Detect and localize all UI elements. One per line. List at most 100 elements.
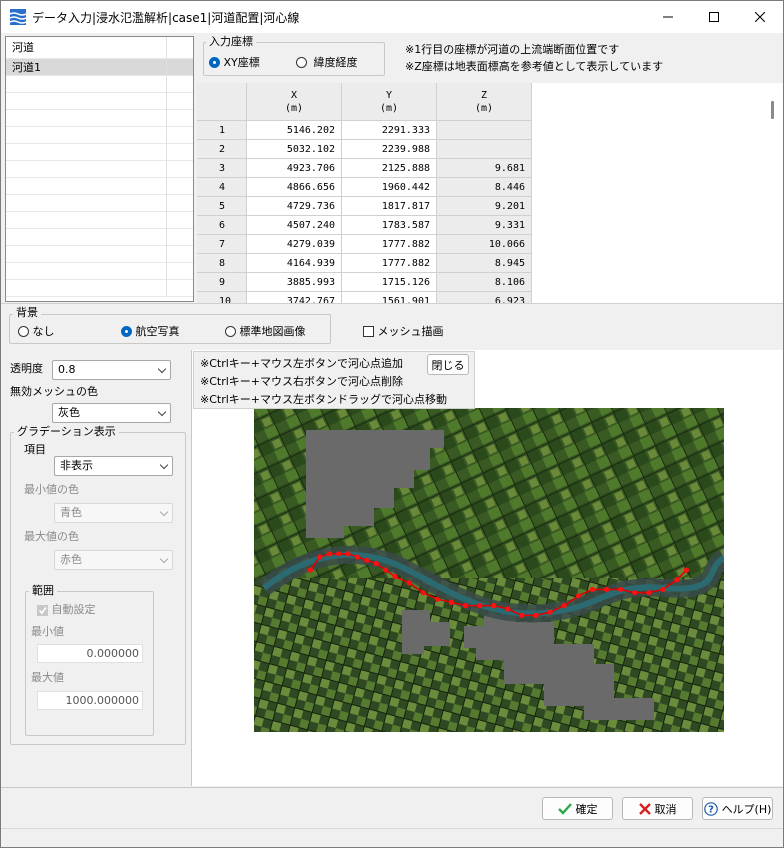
centerline-point[interactable] [533,612,539,618]
centerline-point[interactable] [683,567,689,573]
cell-x[interactable]: 3885.993 [247,273,342,292]
river-list-item[interactable]: 河道1 [6,59,193,76]
gradation-item-select[interactable]: 非表示 [54,456,173,476]
radio-latlon[interactable]: 緯度経度 [296,54,358,70]
coord-panel: 入力座標 XY座標 緯度経度 ※1行目の座標が河道の上流端断面位置です ※Z座標… [197,36,783,82]
map-view[interactable] [191,350,783,786]
opacity-select[interactable]: 0.8 [52,360,171,380]
centerline-point[interactable] [326,551,332,557]
centerline-point[interactable] [307,567,313,573]
centerline-point[interactable] [477,603,483,609]
cancel-button[interactable]: 取消 [622,797,693,820]
centerline-point[interactable] [505,606,511,612]
range-group-label: 範囲 [29,585,57,597]
coordinate-table: X (m) Y (m) Z (m) 1 5146.202 2291.333 2 5032.102 22… [197,83,783,303]
cell-x[interactable]: 3742.767 [247,292,342,303]
radio-xy-indicator [209,56,220,68]
centerline-point[interactable] [618,586,624,593]
centerline-point[interactable] [575,593,581,599]
centerline-point[interactable] [660,586,666,593]
centerline-point[interactable] [406,580,412,586]
hint-close-label: 閉じる [431,358,465,372]
centerline-point[interactable] [336,551,342,557]
cell-y[interactable]: 1777.882 [342,235,437,254]
radio-bg-map-indicator [225,325,236,337]
radio-bg-none-indicator [18,325,29,337]
cell-x[interactable]: 4729.736 [247,197,342,216]
table-scrollbar[interactable] [764,83,782,302]
cell-x[interactable]: 5146.202 [247,121,342,140]
centerline-point[interactable] [603,586,610,593]
radio-xy[interactable]: XY座標 [209,54,260,70]
cell-x[interactable]: 4866.656 [247,178,342,197]
opacity-label: 透明度 [10,362,43,375]
invalid-mesh-color-select[interactable]: 灰色 [52,403,171,423]
auto-range-checkbox[interactable]: 自動設定 [37,603,96,617]
cell-x[interactable]: 4164.939 [247,254,342,273]
cell-x[interactable]: 5032.102 [247,140,342,159]
radio-bg-aerial-label: 航空写真 [135,325,180,338]
cell-y[interactable]: 1817.817 [342,197,437,216]
river-list-empty-row [6,110,193,127]
hint-close-button[interactable]: 閉じる [427,354,469,375]
centerline-point[interactable] [364,557,370,563]
mesh-draw-checkbox[interactable]: メッシュ描画 [363,323,444,339]
min-color-select[interactable]: 青色 [54,503,173,523]
cell-x[interactable]: 4923.706 [247,159,342,178]
centerline-point[interactable] [632,590,638,596]
scroll-thumb[interactable] [771,101,774,119]
min-color-label: 最小値の色 [24,483,79,496]
cell-y[interactable]: 1777.882 [342,254,437,273]
aerial-map[interactable] [254,408,724,732]
cell-y[interactable]: 1715.126 [342,273,437,292]
centerline-point[interactable] [420,590,426,596]
maximize-icon [709,12,719,22]
river-list-item-label: 河道1 [12,61,41,74]
cell-y[interactable]: 1960.442 [342,178,437,197]
centerline-point[interactable] [373,560,379,567]
help-button[interactable]: ? ヘルプ(H) [702,797,773,820]
range-max-field[interactable]: 1000.000000 [37,691,143,710]
cell-y[interactable]: 2291.333 [342,121,437,140]
max-color-select[interactable]: 赤色 [54,550,173,570]
title-bar: データ入力|浸水氾濫解析|case1|河道配置|河心線 [1,1,783,33]
range-min-field[interactable]: 0.000000 [37,644,143,663]
cancel-x-icon [638,802,651,815]
cell-y[interactable]: 2125.888 [342,159,437,178]
radio-bg-aerial-indicator [121,325,132,337]
centerline-point[interactable] [519,612,525,618]
centerline-point[interactable] [448,599,454,605]
centerline-point[interactable] [434,596,440,602]
centerline-point[interactable] [462,603,469,609]
centerline-point[interactable] [547,609,553,615]
gradation-item-label: 項目 [24,443,46,456]
help-label: ヘルプ(H) [721,802,772,816]
river-list-empty-row [6,280,193,297]
auto-range-label: 自動設定 [51,603,96,616]
centerline-point[interactable] [345,551,351,557]
cell-x[interactable]: 4279.039 [247,235,342,254]
river-list-header-label: 河道 [12,41,34,54]
column-header-unit: (m) [379,103,399,114]
centerline-point[interactable] [674,577,680,583]
centerline-point[interactable] [561,603,567,609]
maximize-button[interactable] [691,1,737,33]
centerline-point[interactable] [383,567,389,573]
radio-bg-none[interactable]: なし [18,323,55,339]
cell-x[interactable]: 4507.240 [247,216,342,235]
minimize-button[interactable] [645,1,691,33]
radio-bg-aerial[interactable]: 航空写真 [121,323,180,339]
ok-button[interactable]: 確定 [542,797,613,820]
centerline-point[interactable] [317,554,323,560]
centerline-point[interactable] [589,586,595,593]
centerline-point[interactable] [646,590,652,596]
cell-y[interactable]: 2239.988 [342,140,437,159]
chevron-down-icon [157,407,167,417]
radio-bg-map[interactable]: 標準地図画像 [225,323,306,339]
centerline-point[interactable] [354,554,360,560]
centerline-point[interactable] [491,603,497,609]
cell-y[interactable]: 1561.901 [342,292,437,303]
close-button[interactable] [737,1,783,33]
cell-y[interactable]: 1783.587 [342,216,437,235]
centerline-point[interactable] [392,573,398,580]
